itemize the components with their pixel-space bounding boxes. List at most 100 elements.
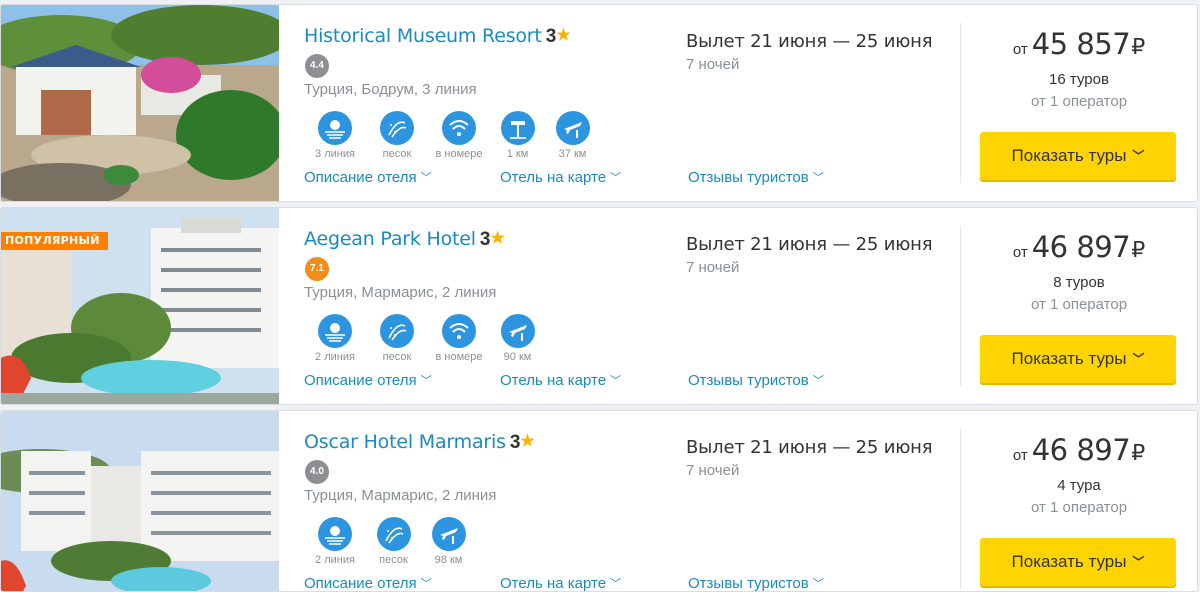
tours-count: 4 тура <box>1057 477 1101 494</box>
chevron-down-icon: ﹀ <box>812 172 824 184</box>
amenity-label: 37 км <box>558 148 587 160</box>
amenity-label: песок <box>382 148 412 160</box>
departure-dates: Вылет 21 июня — 25 июня <box>686 31 933 52</box>
hotel-photo[interactable]: ПОПУЛЯРНЫЙ <box>1 208 279 404</box>
operators-count: от 1 оператор <box>1030 93 1128 110</box>
chevron-down-icon: ﹀ <box>610 375 622 387</box>
sand-icon <box>380 314 414 348</box>
show-tours-button[interactable]: Показать туры ﹀ <box>980 538 1176 586</box>
price-amount: 45 857 <box>1031 27 1131 61</box>
hotel-name-link[interactable]: Aegean Park Hotel <box>304 228 476 250</box>
amenity-label: 2 линия <box>315 554 355 566</box>
amenity-label: песок <box>379 554 408 566</box>
show-tours-button[interactable]: Показать туры ﹀ <box>980 335 1176 383</box>
amenity-airport: 90 км <box>490 314 545 363</box>
hotel-links: Описание отеля ﹀ Отель на карте ﹀ Отзывы т… <box>304 575 864 592</box>
airport-icon <box>555 111 590 145</box>
hotel-map-link[interactable]: Отель на карте ﹀ <box>500 372 621 389</box>
departure-dates: Вылет 21 июня — 25 июня <box>686 437 933 458</box>
hotel-location: Турция, Бодрум, 3 линия <box>304 81 477 98</box>
hotel-info: Oscar Hotel Marmaris 3★ 4.0 Турция, Марма… <box>304 411 674 591</box>
link-label: Отзывы туристов <box>688 575 809 592</box>
hotel-links: Описание отеля ﹀ Отель на карте ﹀ Отзывы т… <box>304 169 864 189</box>
hotel-location: Турция, Мармарис, 2 линия <box>304 284 497 301</box>
amenities: 2 линия песок 98 км <box>304 517 476 566</box>
airport-icon <box>431 517 466 551</box>
wifi-icon <box>442 111 476 145</box>
hotel-name-link[interactable]: Oscar Hotel Marmaris <box>304 431 506 453</box>
hotel-description-link[interactable]: Описание отеля ﹀ <box>304 575 432 592</box>
star-icon: ★ <box>490 230 505 247</box>
hotel-reviews-link[interactable]: Отзывы туристов ﹀ <box>688 575 824 592</box>
sand-icon <box>376 517 411 551</box>
amenity-label: 90 км <box>503 351 532 363</box>
hotel-card: Oscar Hotel Marmaris 3★ 4.0 Турция, Марма… <box>0 410 1198 592</box>
hotel-description-link[interactable]: Описание отеля ﹀ <box>304 372 432 389</box>
popular-badge: ПОПУЛЯРНЫЙ <box>1 232 108 250</box>
button-label: Показать туры <box>1011 552 1127 571</box>
nights-count: 7 ночей <box>686 56 740 73</box>
hotel-stars: 3★ <box>480 229 505 250</box>
price-from-label: от <box>1012 447 1028 464</box>
operators-count: от 1 оператор <box>1030 296 1128 313</box>
tours-count: 8 туров <box>1053 274 1105 291</box>
hotel-description-link[interactable]: Описание отеля ﹀ <box>304 169 432 186</box>
amenity-wifi: в номере <box>428 111 490 160</box>
link-label: Отель на карте <box>500 575 607 592</box>
amenity-label: в номере <box>435 351 483 363</box>
price-box: от 46 897₽ 4 тура от 1 оператор Показать … <box>961 411 1197 591</box>
chevron-down-icon: ﹀ <box>420 375 432 387</box>
tours-count: 16 туров <box>1049 71 1109 88</box>
price-amount: 46 897 <box>1031 433 1131 467</box>
chevron-down-icon: ﹀ <box>1132 352 1145 366</box>
hotel-stars: 3★ <box>510 432 535 453</box>
chevron-down-icon: ﹀ <box>1132 555 1145 569</box>
hotel-location: Турция, Мармарис, 2 линия <box>304 487 497 504</box>
hotel-map-link[interactable]: Отель на карте ﹀ <box>500 575 622 592</box>
rating-badge: 7.1 <box>305 257 329 281</box>
amenity-sand: песок <box>366 111 428 160</box>
amenity-sand: песок <box>366 314 428 363</box>
hotel-photo[interactable] <box>1 411 279 591</box>
amenity-label: в номере <box>435 148 483 160</box>
beach-line-icon <box>318 517 352 551</box>
nights-count: 7 ночей <box>686 259 740 276</box>
link-label: Описание отеля <box>304 372 417 389</box>
amenity-airport: 37 км <box>545 111 600 160</box>
chevron-down-icon: ﹀ <box>812 375 824 387</box>
link-label: Отель на карте <box>500 169 607 186</box>
hotel-title-row: Aegean Park Hotel 3★ <box>304 228 505 251</box>
star-icon: ★ <box>520 433 535 450</box>
price: от 46 897₽ <box>961 433 1197 467</box>
link-label: Описание отеля <box>304 575 417 592</box>
star-count: 3 <box>545 26 557 47</box>
amenity-sand: песок <box>366 517 421 566</box>
hotel-reviews-link[interactable]: Отзывы туристов ﹀ <box>688 372 824 389</box>
amenity-beach-distance: 1 км <box>490 111 545 160</box>
trip-dates: Вылет 21 июня — 25 июня 7 ночей <box>686 234 933 276</box>
button-label: Показать туры <box>1011 349 1127 368</box>
chevron-down-icon: ﹀ <box>420 172 432 184</box>
rating-badge: 4.0 <box>305 460 329 484</box>
hotel-map-link[interactable]: Отель на карте ﹀ <box>500 169 621 186</box>
show-tours-button[interactable]: Показать туры ﹀ <box>980 132 1176 180</box>
beach-line-icon <box>318 314 352 348</box>
hotel-links: Описание отеля ﹀ Отель на карте ﹀ Отзывы т… <box>304 372 864 392</box>
hotel-title-row: Oscar Hotel Marmaris 3★ <box>304 431 535 454</box>
price-box: от 46 897₽ 8 туров от 1 оператор Показать… <box>961 208 1197 404</box>
link-label: Отзывы туристов <box>688 169 809 186</box>
currency-icon: ₽ <box>1131 440 1146 465</box>
sand-icon <box>380 111 414 145</box>
price-from-label: от <box>1012 41 1028 58</box>
hotel-photo[interactable] <box>1 5 279 201</box>
operators-count: от 1 оператор <box>1030 499 1128 516</box>
chevron-down-icon: ﹀ <box>610 578 622 590</box>
hotel-name-link[interactable]: Historical Museum Resort <box>304 25 542 47</box>
hotel-card: Historical Museum Resort 3★ 4.4 Турция, Б… <box>0 4 1198 202</box>
star-count: 3 <box>479 229 491 250</box>
price-from-label: от <box>1012 244 1028 261</box>
hotel-reviews-link[interactable]: Отзывы туристов ﹀ <box>688 169 824 186</box>
amenity-beach-line: 3 линия <box>304 111 366 160</box>
star-icon: ★ <box>556 27 571 44</box>
amenities: 3 линия песок в номере 1 км 37 км <box>304 111 600 160</box>
